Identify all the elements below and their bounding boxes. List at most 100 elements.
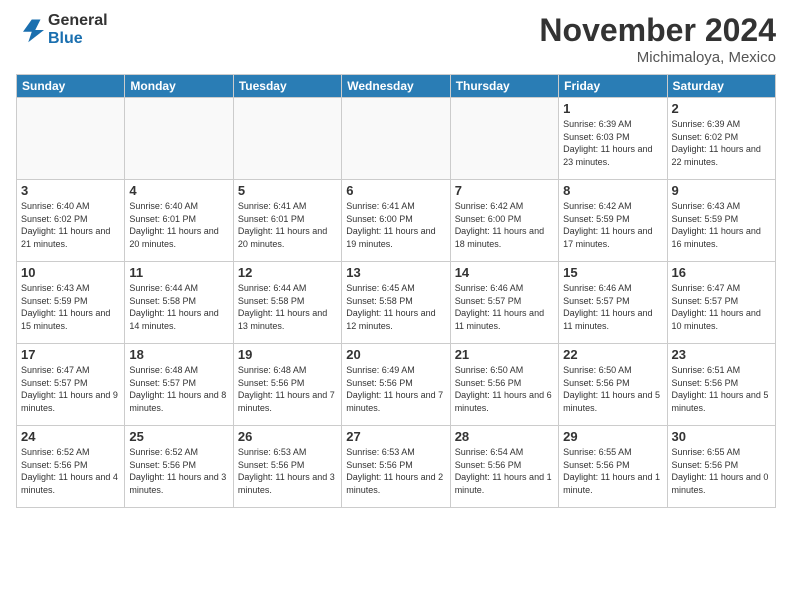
calendar-cell: 4 Sunrise: 6:40 AMSunset: 6:01 PMDaylight… [125, 180, 233, 262]
day-info: Sunrise: 6:44 AMSunset: 5:58 PMDaylight:… [129, 282, 228, 332]
day-number: 25 [129, 429, 228, 444]
calendar-cell: 16 Sunrise: 6:47 AMSunset: 5:57 PMDayligh… [667, 262, 775, 344]
calendar-cell: 14 Sunrise: 6:46 AMSunset: 5:57 PMDayligh… [450, 262, 558, 344]
day-info: Sunrise: 6:44 AMSunset: 5:58 PMDaylight:… [238, 282, 337, 332]
day-info: Sunrise: 6:52 AMSunset: 5:56 PMDaylight:… [21, 446, 120, 496]
day-info: Sunrise: 6:42 AMSunset: 6:00 PMDaylight:… [455, 200, 554, 250]
day-info: Sunrise: 6:42 AMSunset: 5:59 PMDaylight:… [563, 200, 662, 250]
calendar-cell: 10 Sunrise: 6:43 AMSunset: 5:59 PMDayligh… [17, 262, 125, 344]
day-number: 8 [563, 183, 662, 198]
calendar-cell [17, 98, 125, 180]
calendar-cell: 9 Sunrise: 6:43 AMSunset: 5:59 PMDaylight… [667, 180, 775, 262]
day-info: Sunrise: 6:49 AMSunset: 5:56 PMDaylight:… [346, 364, 445, 414]
day-number: 4 [129, 183, 228, 198]
day-number: 2 [672, 101, 771, 116]
calendar-cell: 28Sunrise: 6:54 AMSunset: 5:56 PMDayligh… [450, 426, 558, 508]
calendar-cell: 13 Sunrise: 6:45 AMSunset: 5:58 PMDayligh… [342, 262, 450, 344]
day-number: 7 [455, 183, 554, 198]
header: General Blue November 2024 Michimaloya, … [16, 12, 776, 66]
day-number: 1 [563, 101, 662, 116]
day-info: Sunrise: 6:48 AMSunset: 5:56 PMDaylight:… [238, 364, 337, 414]
calendar-cell: 1 Sunrise: 6:39 AMSunset: 6:03 PMDaylight… [559, 98, 667, 180]
logo-text: General Blue [48, 12, 108, 47]
calendar-cell: 12Sunrise: 6:44 AMSunset: 5:58 PMDayligh… [233, 262, 341, 344]
calendar-cell: 5 Sunrise: 6:41 AMSunset: 6:01 PMDaylight… [233, 180, 341, 262]
day-info: Sunrise: 6:39 AMSunset: 6:02 PMDaylight:… [672, 118, 771, 168]
calendar-week-row: 3 Sunrise: 6:40 AMSunset: 6:02 PMDaylight… [17, 180, 776, 262]
day-info: Sunrise: 6:41 AMSunset: 6:01 PMDaylight:… [238, 200, 337, 250]
calendar-day-header: Thursday [450, 75, 558, 98]
calendar-cell [125, 98, 233, 180]
calendar-table: SundayMondayTuesdayWednesdayThursdayFrid… [16, 74, 776, 508]
calendar-week-row: 1 Sunrise: 6:39 AMSunset: 6:03 PMDaylight… [17, 98, 776, 180]
day-info: Sunrise: 6:40 AMSunset: 6:02 PMDaylight:… [21, 200, 120, 250]
day-info: Sunrise: 6:53 AMSunset: 5:56 PMDaylight:… [346, 446, 445, 496]
calendar-week-row: 24Sunrise: 6:52 AMSunset: 5:56 PMDayligh… [17, 426, 776, 508]
day-info: Sunrise: 6:50 AMSunset: 5:56 PMDaylight:… [563, 364, 662, 414]
calendar-day-header: Saturday [667, 75, 775, 98]
calendar-cell [342, 98, 450, 180]
calendar-cell: 3 Sunrise: 6:40 AMSunset: 6:02 PMDaylight… [17, 180, 125, 262]
day-number: 5 [238, 183, 337, 198]
day-info: Sunrise: 6:41 AMSunset: 6:00 PMDaylight:… [346, 200, 445, 250]
day-number: 17 [21, 347, 120, 362]
day-info: Sunrise: 6:43 AMSunset: 5:59 PMDaylight:… [672, 200, 771, 250]
day-info: Sunrise: 6:45 AMSunset: 5:58 PMDaylight:… [346, 282, 445, 332]
calendar-week-row: 10 Sunrise: 6:43 AMSunset: 5:59 PMDayligh… [17, 262, 776, 344]
day-info: Sunrise: 6:47 AMSunset: 5:57 PMDaylight:… [21, 364, 120, 414]
calendar-cell: 25Sunrise: 6:52 AMSunset: 5:56 PMDayligh… [125, 426, 233, 508]
day-info: Sunrise: 6:43 AMSunset: 5:59 PMDaylight:… [21, 282, 120, 332]
day-number: 20 [346, 347, 445, 362]
day-number: 23 [672, 347, 771, 362]
calendar-day-header: Sunday [17, 75, 125, 98]
day-number: 3 [21, 183, 120, 198]
calendar-cell: 19 Sunrise: 6:48 AMSunset: 5:56 PMDayligh… [233, 344, 341, 426]
day-number: 10 [21, 265, 120, 280]
title-block: November 2024 Michimaloya, Mexico [539, 12, 776, 66]
day-number: 16 [672, 265, 771, 280]
calendar-cell: 15 Sunrise: 6:46 AMSunset: 5:57 PMDayligh… [559, 262, 667, 344]
month-title: November 2024 [539, 12, 776, 49]
day-info: Sunrise: 6:46 AMSunset: 5:57 PMDaylight:… [563, 282, 662, 332]
day-number: 11 [129, 265, 228, 280]
calendar-cell: 23 Sunrise: 6:51 AMSunset: 5:56 PMDayligh… [667, 344, 775, 426]
day-number: 18 [129, 347, 228, 362]
logo-icon [16, 16, 44, 44]
day-number: 13 [346, 265, 445, 280]
calendar-cell: 18 Sunrise: 6:48 AMSunset: 5:57 PMDayligh… [125, 344, 233, 426]
day-info: Sunrise: 6:48 AMSunset: 5:57 PMDaylight:… [129, 364, 228, 414]
day-number: 29 [563, 429, 662, 444]
day-number: 15 [563, 265, 662, 280]
day-info: Sunrise: 6:47 AMSunset: 5:57 PMDaylight:… [672, 282, 771, 332]
calendar-cell: 24Sunrise: 6:52 AMSunset: 5:56 PMDayligh… [17, 426, 125, 508]
day-info: Sunrise: 6:40 AMSunset: 6:01 PMDaylight:… [129, 200, 228, 250]
calendar-day-header: Wednesday [342, 75, 450, 98]
day-info: Sunrise: 6:51 AMSunset: 5:56 PMDaylight:… [672, 364, 771, 414]
calendar-cell: 30 Sunrise: 6:55 AMSunset: 5:56 PMDayligh… [667, 426, 775, 508]
calendar-cell: 21Sunrise: 6:50 AMSunset: 5:56 PMDayligh… [450, 344, 558, 426]
calendar-cell: 6 Sunrise: 6:41 AMSunset: 6:00 PMDaylight… [342, 180, 450, 262]
calendar-header-row: SundayMondayTuesdayWednesdayThursdayFrid… [17, 75, 776, 98]
calendar-cell: 8 Sunrise: 6:42 AMSunset: 5:59 PMDaylight… [559, 180, 667, 262]
logo-general: General [48, 12, 108, 30]
day-number: 9 [672, 183, 771, 198]
calendar-cell [450, 98, 558, 180]
logo-blue: Blue [48, 30, 108, 48]
day-info: Sunrise: 6:53 AMSunset: 5:56 PMDaylight:… [238, 446, 337, 496]
calendar-day-header: Monday [125, 75, 233, 98]
calendar-week-row: 17 Sunrise: 6:47 AMSunset: 5:57 PMDayligh… [17, 344, 776, 426]
calendar-cell: 7 Sunrise: 6:42 AMSunset: 6:00 PMDaylight… [450, 180, 558, 262]
calendar-day-header: Friday [559, 75, 667, 98]
day-number: 19 [238, 347, 337, 362]
day-number: 30 [672, 429, 771, 444]
calendar-cell: 29Sunrise: 6:55 AMSunset: 5:56 PMDayligh… [559, 426, 667, 508]
day-info: Sunrise: 6:46 AMSunset: 5:57 PMDaylight:… [455, 282, 554, 332]
day-info: Sunrise: 6:54 AMSunset: 5:56 PMDaylight:… [455, 446, 554, 496]
day-number: 6 [346, 183, 445, 198]
day-info: Sunrise: 6:55 AMSunset: 5:56 PMDaylight:… [672, 446, 771, 496]
day-info: Sunrise: 6:39 AMSunset: 6:03 PMDaylight:… [563, 118, 662, 168]
location-subtitle: Michimaloya, Mexico [539, 49, 776, 66]
calendar-cell: 26Sunrise: 6:53 AMSunset: 5:56 PMDayligh… [233, 426, 341, 508]
calendar-cell: 20 Sunrise: 6:49 AMSunset: 5:56 PMDayligh… [342, 344, 450, 426]
day-number: 14 [455, 265, 554, 280]
